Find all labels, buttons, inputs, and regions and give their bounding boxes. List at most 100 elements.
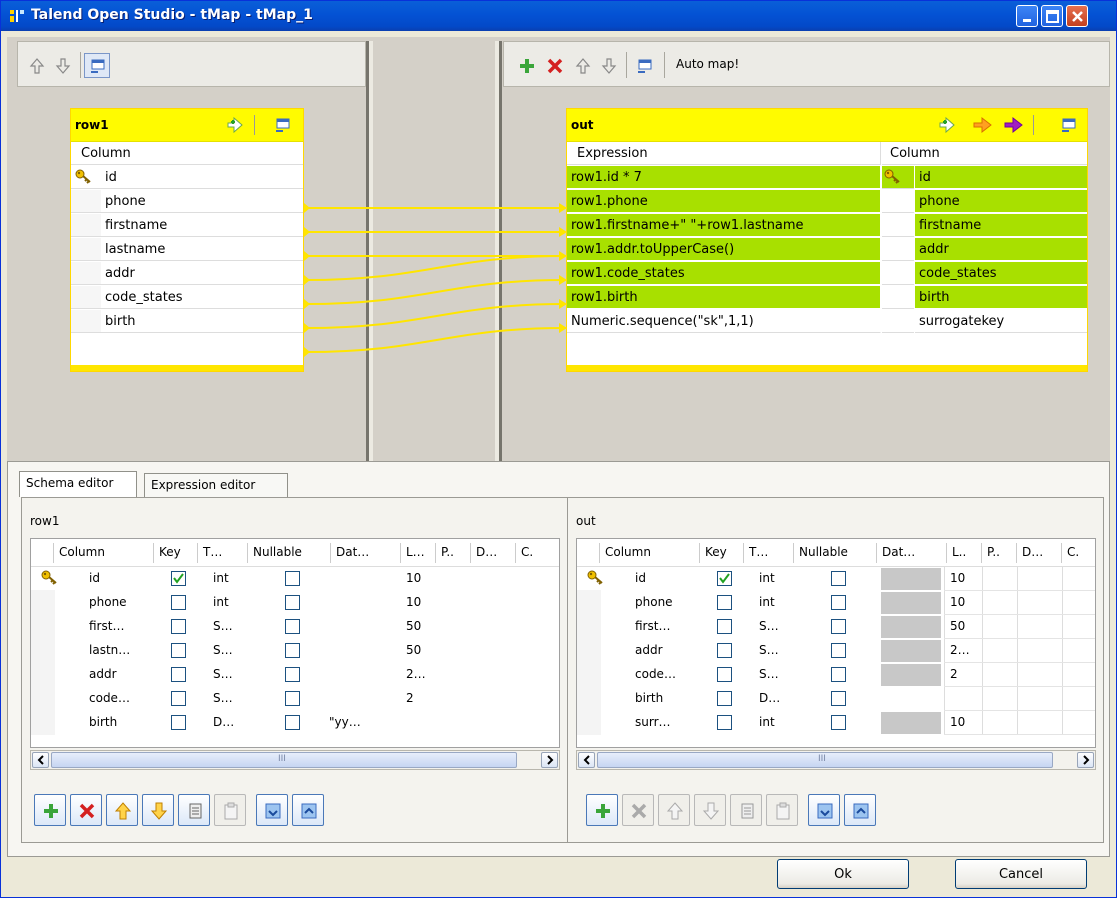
- cell-column[interactable]: lastn…: [89, 643, 130, 657]
- scroll-thumb[interactable]: III: [597, 752, 1053, 768]
- cell-column[interactable]: addr: [635, 643, 663, 657]
- cell-type[interactable]: int: [213, 571, 229, 585]
- table-row[interactable]: first… S… 50: [31, 615, 559, 639]
- paste-button[interactable]: [766, 794, 798, 826]
- import-button[interactable]: [808, 794, 840, 826]
- remove-row-button[interactable]: [622, 794, 654, 826]
- grid-header[interactable]: Column: [59, 545, 105, 559]
- cell-column[interactable]: phone: [89, 595, 127, 609]
- minimize-button[interactable]: [1016, 5, 1038, 27]
- key-checkbox[interactable]: [717, 691, 732, 706]
- table-row[interactable]: first… S… 50: [577, 615, 1095, 639]
- key-checkbox[interactable]: [171, 619, 186, 634]
- copy-button[interactable]: [178, 794, 210, 826]
- cell-length[interactable]: 2: [406, 691, 414, 705]
- grid-header[interactable]: D…: [1022, 545, 1043, 559]
- close-button[interactable]: [1066, 5, 1088, 27]
- key-checkbox[interactable]: [717, 571, 732, 586]
- nullable-checkbox[interactable]: [831, 595, 846, 610]
- cell-length[interactable]: 10: [406, 595, 421, 609]
- copy-button[interactable]: [730, 794, 762, 826]
- move-down-button[interactable]: [694, 794, 726, 826]
- grid-header[interactable]: Column: [605, 545, 651, 559]
- import-button[interactable]: [256, 794, 288, 826]
- grid-header[interactable]: Key: [705, 545, 727, 559]
- table-row[interactable]: id int 10: [31, 567, 559, 591]
- nullable-checkbox[interactable]: [831, 619, 846, 634]
- tab-schema-editor[interactable]: Schema editor: [19, 471, 137, 497]
- scroll-right-button[interactable]: [541, 752, 558, 768]
- cell-length[interactable]: 50: [950, 619, 965, 633]
- scroll-right-button[interactable]: [1077, 752, 1094, 768]
- cell-type[interactable]: int: [213, 595, 229, 609]
- cell-column[interactable]: surr…: [635, 715, 671, 729]
- grid-header[interactable]: D…: [476, 545, 497, 559]
- nullable-checkbox[interactable]: [831, 715, 846, 730]
- cell-length[interactable]: 10: [406, 571, 421, 585]
- key-checkbox[interactable]: [717, 667, 732, 682]
- grid-header[interactable]: L..: [952, 545, 966, 559]
- title-bar[interactable]: Talend Open Studio - tMap - tMap_1: [1, 1, 1116, 31]
- nullable-checkbox[interactable]: [831, 571, 846, 586]
- key-checkbox[interactable]: [171, 667, 186, 682]
- cell-column[interactable]: code…: [89, 691, 130, 705]
- nullable-checkbox[interactable]: [831, 691, 846, 706]
- cell-column[interactable]: phone: [635, 595, 673, 609]
- cell-type[interactable]: S…: [759, 667, 779, 681]
- nullable-checkbox[interactable]: [831, 643, 846, 658]
- ok-button[interactable]: Ok: [777, 859, 909, 889]
- key-checkbox[interactable]: [717, 643, 732, 658]
- grid-header[interactable]: P..: [987, 545, 1000, 559]
- nullable-checkbox[interactable]: [285, 691, 300, 706]
- nullable-checkbox[interactable]: [285, 643, 300, 658]
- grid-header[interactable]: T…: [203, 545, 222, 559]
- maximize-button[interactable]: [1041, 5, 1063, 27]
- key-checkbox[interactable]: [171, 691, 186, 706]
- table-row[interactable]: birth D…: [577, 687, 1095, 711]
- cell-length[interactable]: 2…: [406, 667, 426, 681]
- cell-length[interactable]: 10: [950, 715, 965, 729]
- paste-button[interactable]: [214, 794, 246, 826]
- move-up-button[interactable]: [106, 794, 138, 826]
- cell-length[interactable]: 50: [406, 643, 421, 657]
- cell-column[interactable]: birth: [635, 691, 663, 705]
- nullable-checkbox[interactable]: [285, 595, 300, 610]
- key-checkbox[interactable]: [171, 595, 186, 610]
- cell-type[interactable]: S…: [213, 643, 233, 657]
- table-row[interactable]: birth D… "yy…: [31, 711, 559, 735]
- key-checkbox[interactable]: [717, 715, 732, 730]
- scroll-left-button[interactable]: [578, 752, 595, 768]
- move-up-button[interactable]: [658, 794, 690, 826]
- nullable-checkbox[interactable]: [285, 571, 300, 586]
- cell-type[interactable]: S…: [213, 619, 233, 633]
- horizontal-scrollbar[interactable]: III: [576, 750, 1096, 770]
- export-button[interactable]: [844, 794, 876, 826]
- table-row[interactable]: id int 10: [577, 567, 1095, 591]
- nullable-checkbox[interactable]: [831, 667, 846, 682]
- cell-type[interactable]: D…: [759, 691, 780, 705]
- cell-date-pattern[interactable]: "yy…: [329, 715, 361, 729]
- add-row-button[interactable]: [34, 794, 66, 826]
- grid-header[interactable]: T…: [749, 545, 768, 559]
- remove-row-button[interactable]: [70, 794, 102, 826]
- grid-header[interactable]: Dat…: [882, 545, 915, 559]
- horizontal-scrollbar[interactable]: III: [30, 750, 560, 770]
- grid-header[interactable]: Key: [159, 545, 181, 559]
- cell-length[interactable]: 2…: [950, 643, 970, 657]
- table-row[interactable]: phone int 10: [577, 591, 1095, 615]
- nullable-checkbox[interactable]: [285, 715, 300, 730]
- cell-type[interactable]: int: [759, 715, 775, 729]
- cell-column[interactable]: code…: [635, 667, 676, 681]
- grid-header[interactable]: L…: [406, 545, 425, 559]
- scroll-left-button[interactable]: [32, 752, 49, 768]
- table-row[interactable]: code… S… 2: [31, 687, 559, 711]
- cell-column[interactable]: id: [635, 571, 646, 585]
- grid-header[interactable]: Nullable: [799, 545, 848, 559]
- cell-column[interactable]: addr: [89, 667, 117, 681]
- cell-type[interactable]: int: [759, 571, 775, 585]
- cell-type[interactable]: int: [759, 595, 775, 609]
- cell-type[interactable]: D…: [213, 715, 234, 729]
- scroll-thumb[interactable]: III: [51, 752, 517, 768]
- grid-header[interactable]: Dat…: [336, 545, 369, 559]
- nullable-checkbox[interactable]: [285, 619, 300, 634]
